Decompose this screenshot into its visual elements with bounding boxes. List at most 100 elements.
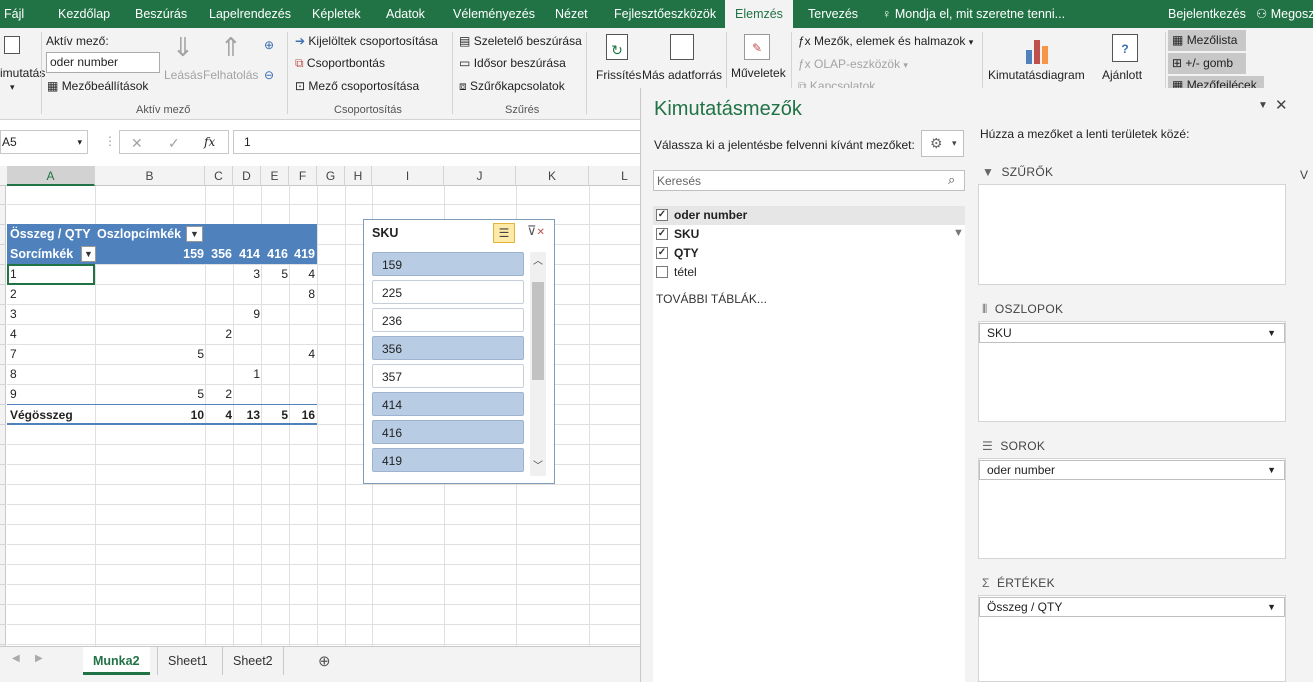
pivot-value-cell[interactable]: 4 (289, 344, 315, 364)
scrollbar-thumb[interactable] (532, 282, 544, 380)
column-header-c[interactable]: C (205, 166, 233, 186)
tab-formulas[interactable]: Képletek (310, 0, 363, 28)
olap-tools-button[interactable]: ƒx OLAP-eszközök ▾ (798, 57, 908, 71)
formula-input[interactable]: 1 (233, 130, 640, 154)
pivot-value-cell[interactable] (95, 284, 204, 304)
pivot-value-cell[interactable] (261, 384, 288, 404)
column-header-e[interactable]: E (261, 166, 289, 186)
pivot-value-cell[interactable]: 2 (205, 384, 232, 404)
column-header-d[interactable]: D (233, 166, 261, 186)
tab-review[interactable]: Véleményezés (451, 0, 537, 28)
pivot-value-cell[interactable]: 4 (289, 264, 315, 284)
prev-sheet-icon[interactable]: ◀ (12, 653, 20, 664)
pivot-value-cell[interactable] (233, 324, 260, 344)
pivot-sum-label[interactable]: Összeg / QTY (10, 224, 91, 244)
column-header-j[interactable]: J (444, 166, 516, 186)
field-item[interactable]: ✓ SKU (656, 227, 699, 241)
pivot-value-cell[interactable] (261, 324, 288, 344)
refresh-button[interactable]: Frissítés (596, 68, 641, 82)
tab-design[interactable]: Tervezés (806, 0, 860, 28)
multi-select-icon[interactable]: ☰ (493, 223, 515, 243)
pivot-value-cell[interactable] (205, 344, 232, 364)
tab-data[interactable]: Adatok (384, 0, 427, 28)
slicer-item[interactable]: 419 (372, 448, 524, 472)
pivot-value-cell[interactable] (261, 284, 288, 304)
columns-field-sku[interactable]: SKU ▼ (979, 323, 1285, 343)
pivot-value-cell[interactable] (261, 304, 288, 324)
share-button[interactable]: ⚇ Megosz (1254, 0, 1313, 28)
pivot-value-cell[interactable]: 3 (233, 264, 260, 284)
slicer-item[interactable]: 357 (372, 364, 524, 388)
field-checkbox[interactable]: ✓ (656, 228, 668, 240)
zone-filters[interactable] (978, 184, 1286, 285)
pivot-value-cell[interactable]: 5 (95, 384, 204, 404)
tab-insert[interactable]: Beszúrás (133, 0, 189, 28)
pivot-value-cell[interactable] (261, 344, 288, 364)
more-tables-link[interactable]: TOVÁBBI TÁBLÁK... (656, 292, 767, 306)
drill-down-button[interactable]: Leásás (164, 68, 203, 82)
column-header-k[interactable]: K (516, 166, 589, 186)
pivot-value-cell[interactable] (95, 364, 204, 384)
enter-icon[interactable]: ✓ (168, 135, 180, 152)
pivot-value-cell[interactable] (261, 364, 288, 384)
field-checkbox[interactable]: ✓ (656, 209, 668, 221)
field-item[interactable]: ✓ oder number (656, 208, 747, 222)
insert-timeline-button[interactable]: ▭ Idősor beszúrása (459, 56, 566, 70)
pivot-row-label[interactable]: 9 (10, 384, 17, 404)
pivot-chart-button[interactable]: Kimutatásdiagram (988, 68, 1085, 82)
field-checkbox[interactable] (656, 266, 668, 278)
pivot-value-cell[interactable]: 2 (205, 324, 232, 344)
field-search-input[interactable]: Keresés ⌕ (653, 170, 965, 191)
insert-slicer-button[interactable]: ▤ Szeletelő beszúrása (459, 34, 582, 48)
field-item[interactable]: ✓ QTY (656, 246, 699, 260)
group-field-button[interactable]: ⊡ Mező csoportosítása (295, 79, 419, 93)
pivot-row-label[interactable]: 2 (10, 284, 17, 304)
pivot-value-cell[interactable] (95, 304, 204, 324)
field-list-toggle[interactable]: ▦ Mezőlista (1168, 30, 1246, 51)
tab-view[interactable]: Nézet (553, 0, 590, 28)
column-header-g[interactable]: G (317, 166, 345, 186)
clear-filter-icon[interactable]: ⊽✕ (527, 223, 545, 239)
pivot-value-cell[interactable] (233, 284, 260, 304)
slicer-item[interactable]: 414 (372, 392, 524, 416)
pivot-row-label[interactable]: 4 (10, 324, 17, 344)
selected-cell[interactable] (7, 264, 95, 285)
sheet-tab-munka2[interactable]: Munka2 (83, 647, 150, 675)
values-field-sum-qty[interactable]: Összeg / QTY ▼ (979, 597, 1285, 617)
search-icon[interactable]: ⌕ (948, 172, 955, 188)
next-sheet-icon[interactable]: ▶ (35, 653, 43, 664)
slicer-item[interactable]: 416 (372, 420, 524, 444)
pivot-value-cell[interactable] (95, 324, 204, 344)
cancel-icon[interactable]: ✕ (131, 135, 143, 152)
insert-function-icon[interactable]: fx (204, 135, 215, 149)
ungroup-button[interactable]: ⧉ Csoportbontás (295, 56, 385, 71)
rows-field-oder-number[interactable]: oder number ▼ (979, 460, 1285, 480)
pivot-table-button[interactable]: imutatás (0, 66, 45, 80)
column-header-b[interactable]: B (95, 166, 205, 186)
sheet-tab-sheet2[interactable]: Sheet2 (222, 647, 284, 675)
pivot-row-label[interactable]: 3 (10, 304, 17, 324)
pivot-row-label[interactable]: 7 (10, 344, 17, 364)
collapse-field-icon[interactable]: ⊖ (264, 68, 274, 82)
pane-options-icon[interactable]: ▼ (1258, 100, 1268, 111)
pivot-value-cell[interactable] (95, 264, 204, 284)
active-field-input[interactable]: oder number (46, 52, 160, 73)
column-header-i[interactable]: I (372, 166, 444, 186)
pivot-value-cell[interactable] (289, 384, 315, 404)
expand-field-icon[interactable]: ⊕ (264, 38, 274, 52)
slicer-item[interactable]: 225 (372, 280, 524, 304)
tab-file[interactable]: Fájl (2, 0, 26, 28)
slicer-scrollbar[interactable]: ︿ ﹀ (530, 252, 546, 476)
slicer-item[interactable]: 236 (372, 308, 524, 332)
pivot-row-labels[interactable]: Sorcímkék (10, 244, 73, 264)
pivot-value-cell[interactable] (205, 284, 232, 304)
pivot-column-labels[interactable]: Oszlopcímkék (97, 224, 181, 244)
plus-minus-button-toggle[interactable]: ⊞ +/- gomb (1168, 53, 1246, 74)
slicer-item[interactable]: 356 (372, 336, 524, 360)
pivot-row-label[interactable]: 8 (10, 364, 17, 384)
pivot-value-cell[interactable]: 9 (233, 304, 260, 324)
recommended-pivot-button[interactable]: Ajánlott (1102, 68, 1142, 82)
tab-page-layout[interactable]: Lapelrendezés (207, 0, 293, 28)
tell-me-search[interactable]: ♀ Mondja el, mit szeretne tenni... (880, 0, 1067, 28)
sku-slicer[interactable]: SKU ☰ ⊽✕ 159 225 236 356 357 414 416 419 ︿ ﹀ (363, 219, 555, 484)
